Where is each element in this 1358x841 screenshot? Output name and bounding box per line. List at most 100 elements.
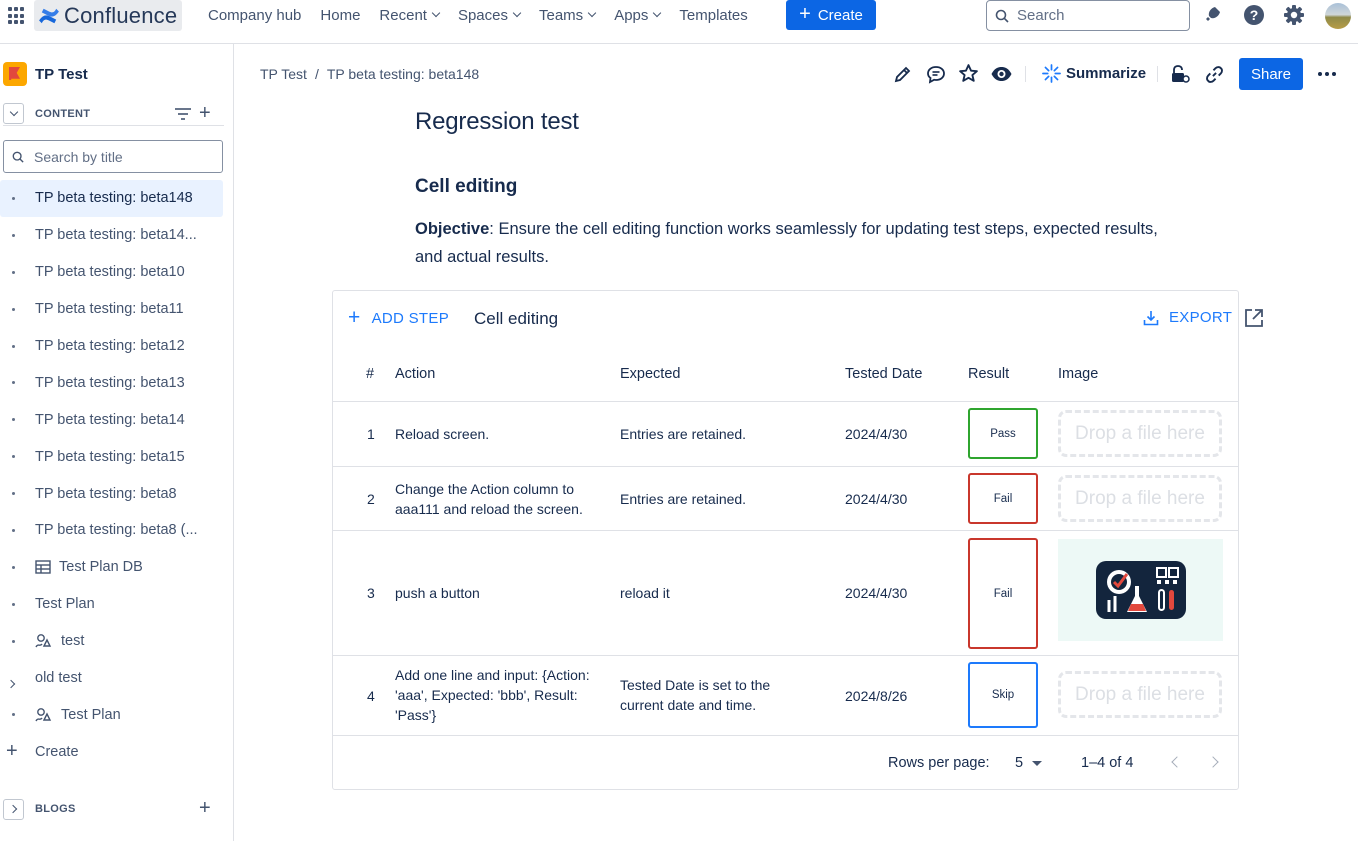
open-external-icon[interactable]	[1243, 307, 1265, 329]
share-button[interactable]: Share	[1239, 58, 1303, 90]
search-by-title-input[interactable]: Search by title	[3, 140, 223, 173]
table-row[interactable]: 1 Reload screen. Entries are retained. 2…	[333, 402, 1238, 467]
tree-item[interactable]: TP beta testing: beta10	[0, 254, 223, 291]
tree-item[interactable]: Test Plan DB	[0, 549, 223, 586]
result-select-pass[interactable]: Pass	[968, 408, 1038, 459]
tree-item-label: Create	[35, 743, 79, 760]
export-button[interactable]: EXPORT	[1143, 309, 1232, 326]
rows-per-page-select[interactable]: 5	[1015, 755, 1043, 771]
nav-templates[interactable]: Templates	[679, 5, 747, 25]
whiteboard-icon	[35, 707, 53, 723]
previous-page-icon[interactable]	[1171, 756, 1183, 768]
summarize-button[interactable]: Summarize	[1042, 64, 1146, 83]
file-drop-zone[interactable]: Drop a file here	[1058, 410, 1222, 457]
step-number: 4	[367, 688, 375, 704]
notifications-icon[interactable]	[1203, 4, 1223, 24]
nav-spaces[interactable]: Spaces	[458, 5, 522, 25]
restrictions-lock-icon[interactable]	[1170, 64, 1190, 84]
table-row[interactable]: 3 push a button reload it 2024/4/30 Fail	[333, 531, 1238, 656]
file-drop-zone[interactable]: Drop a file here	[1058, 475, 1222, 522]
tree-item[interactable]: TP beta testing: beta8 (...	[0, 512, 223, 549]
tested-date-cell[interactable]: 2024/4/30	[845, 424, 907, 444]
tree-item[interactable]: TP beta testing: beta14	[0, 401, 223, 438]
create-page-item[interactable]: + Create	[0, 733, 223, 770]
breadcrumb-space[interactable]: TP Test	[260, 66, 307, 82]
file-drop-zone[interactable]: Drop a file here	[1058, 671, 1222, 718]
tree-item-label: TP beta testing: beta10	[35, 264, 185, 281]
nav-apps[interactable]: Apps	[614, 5, 662, 25]
expected-cell[interactable]: reload it	[620, 583, 830, 603]
column-header: #	[366, 366, 375, 382]
table-row[interactable]: 4 Add one line and input: {Action: 'aaa'…	[333, 656, 1238, 736]
tree-item[interactable]: TP beta testing: beta13	[0, 364, 223, 401]
help-icon[interactable]: ?	[1243, 4, 1265, 26]
tree-item[interactable]: TP beta testing: beta148	[0, 180, 223, 217]
breadcrumb-page[interactable]: TP beta testing: beta148	[327, 66, 479, 82]
tree-item[interactable]: Test Plan	[0, 696, 223, 733]
expand-blogs-button[interactable]	[3, 798, 24, 820]
expected-cell[interactable]: Entries are retained.	[620, 489, 830, 509]
tree-item[interactable]: TP beta testing: beta11	[0, 291, 223, 328]
create-button[interactable]: + Create	[786, 0, 876, 30]
tested-date-cell[interactable]: 2024/8/26	[845, 686, 907, 706]
expected-cell[interactable]: Entries are retained.	[620, 424, 830, 444]
expected-cell[interactable]: Tested Date is set to the current date a…	[620, 675, 810, 715]
add-content-plus-icon[interactable]: +	[199, 103, 211, 123]
confluence-logo-icon	[39, 8, 59, 23]
add-blog-plus-icon[interactable]: +	[199, 798, 211, 818]
tested-date-cell[interactable]: 2024/4/30	[845, 583, 907, 603]
bullet	[12, 602, 15, 606]
tested-date-cell[interactable]: 2024/4/30	[845, 489, 907, 509]
page-tree: TP beta testing: beta148 TP beta testing…	[0, 180, 234, 770]
confluence-logo[interactable]: Confluence	[34, 0, 182, 31]
next-page-icon[interactable]	[1207, 756, 1219, 768]
nav-teams[interactable]: Teams	[539, 5, 597, 25]
app-switcher-icon[interactable]	[8, 7, 26, 25]
add-step-button[interactable]: + ADD STEP	[348, 306, 449, 329]
settings-icon[interactable]	[1283, 4, 1305, 26]
nav-label: Home	[320, 6, 361, 24]
action-cell[interactable]: Add one line and input: {Action: 'aaa', …	[395, 665, 607, 725]
search-icon	[12, 151, 24, 163]
plus-icon: +	[348, 306, 361, 329]
tree-item[interactable]: Test Plan	[0, 586, 223, 623]
result-select-fail[interactable]: Fail	[968, 538, 1038, 649]
nav-home[interactable]: Home	[320, 5, 360, 25]
nav-label: Recent	[379, 6, 427, 24]
action-cell[interactable]: push a button	[395, 583, 605, 603]
breadcrumb: TP Test / TP beta testing: beta148	[260, 66, 479, 82]
nav-recent[interactable]: Recent	[379, 5, 441, 25]
table-row[interactable]: 2 Change the Action column to aaa111 and…	[333, 467, 1238, 531]
svg-text:?: ?	[1250, 7, 1259, 23]
watch-eye-icon[interactable]	[990, 64, 1013, 84]
nav-company-hub[interactable]: Company hub	[208, 5, 301, 25]
action-cell[interactable]: Change the Action column to aaa111 and r…	[395, 479, 605, 519]
result-select-fail[interactable]: Fail	[968, 473, 1038, 524]
edit-pencil-icon[interactable]	[893, 64, 913, 84]
tree-item[interactable]: TP beta testing: beta12	[0, 328, 223, 365]
tree-item[interactable]: TP beta testing: beta14...	[0, 217, 223, 254]
page-title: Regression test	[415, 108, 579, 135]
chevron-right-icon[interactable]	[6, 675, 16, 691]
space-header[interactable]: TP Test	[3, 62, 88, 86]
copy-link-icon[interactable]	[1204, 64, 1225, 85]
filter-icon[interactable]	[174, 107, 192, 121]
action-cell[interactable]: Reload screen.	[395, 424, 605, 444]
tree-item-label: TP beta testing: beta8	[35, 485, 177, 502]
tree-item[interactable]: TP beta testing: beta8	[0, 475, 223, 512]
tree-item[interactable]: TP beta testing: beta15	[0, 438, 223, 475]
result-select-skip[interactable]: Skip	[968, 662, 1038, 728]
more-actions-icon[interactable]	[1318, 72, 1339, 76]
tree-item[interactable]: old test	[0, 660, 223, 697]
database-icon	[35, 560, 51, 575]
avatar[interactable]	[1325, 3, 1351, 29]
search-input[interactable]: Search	[986, 0, 1190, 31]
collapse-content-button[interactable]	[3, 103, 24, 124]
tree-item[interactable]: test	[0, 623, 223, 660]
attached-image[interactable]	[1058, 539, 1223, 641]
comment-icon[interactable]	[926, 64, 946, 84]
content-section-header: CONTENT +	[3, 102, 224, 126]
download-icon	[1143, 310, 1159, 325]
space-name: TP Test	[35, 65, 88, 83]
star-icon[interactable]	[958, 63, 979, 84]
